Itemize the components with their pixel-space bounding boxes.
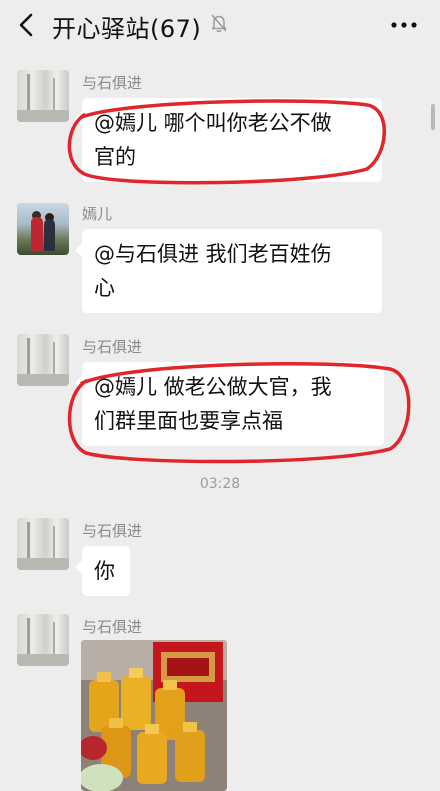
sender-name: 与石俱进: [82, 338, 143, 356]
back-button[interactable]: [14, 10, 42, 40]
page-title: 开心驿站(67): [52, 15, 202, 43]
chevron-left-icon: [19, 13, 33, 37]
sender-name: 与石俱进: [82, 522, 143, 540]
message-bubble[interactable]: @嫣儿 做老公做大官，我 们群里面也要享点福: [75, 362, 384, 446]
scrollbar[interactable]: [431, 104, 435, 130]
message-text: 心: [94, 276, 115, 300]
message-bubble[interactable]: 你: [75, 546, 130, 596]
avatar[interactable]: [17, 334, 69, 386]
sender-name: 与石俱进: [82, 74, 143, 92]
sender-name: 与石俱进: [82, 618, 143, 636]
message-text: @嫣儿 做老公做大官，我: [94, 375, 332, 399]
photo-message[interactable]: [81, 640, 227, 791]
avatar[interactable]: [17, 70, 69, 122]
avatar[interactable]: [17, 518, 69, 570]
sender-name: 嫣儿: [82, 205, 113, 223]
message-text: @嫣儿 哪个叫你老公不做: [94, 111, 332, 135]
message-text: 们群里面也要享点福: [94, 409, 283, 433]
gift-photo: [81, 640, 227, 791]
message-text: 你: [94, 559, 115, 583]
avatar[interactable]: [17, 614, 69, 666]
chat-screen: 开心驿站(67) 与石俱进 @嫣儿 哪个叫你老公不做 官的 嫣儿 @与石俱进 我…: [0, 0, 440, 791]
message-bubble[interactable]: @嫣儿 哪个叫你老公不做 官的: [75, 98, 382, 182]
timestamp: 03:28: [199, 476, 241, 492]
chat-header: 开心驿站(67): [0, 0, 440, 50]
more-options-button[interactable]: [388, 14, 420, 36]
avatar[interactable]: [17, 203, 69, 255]
bell-muted-icon: [208, 12, 230, 34]
message-bubble[interactable]: @与石俱进 我们老百姓伤 心: [75, 229, 382, 313]
message-text: 官的: [94, 145, 136, 169]
message-text: @与石俱进 我们老百姓伤: [94, 242, 332, 266]
more-dots-icon: [391, 22, 417, 28]
